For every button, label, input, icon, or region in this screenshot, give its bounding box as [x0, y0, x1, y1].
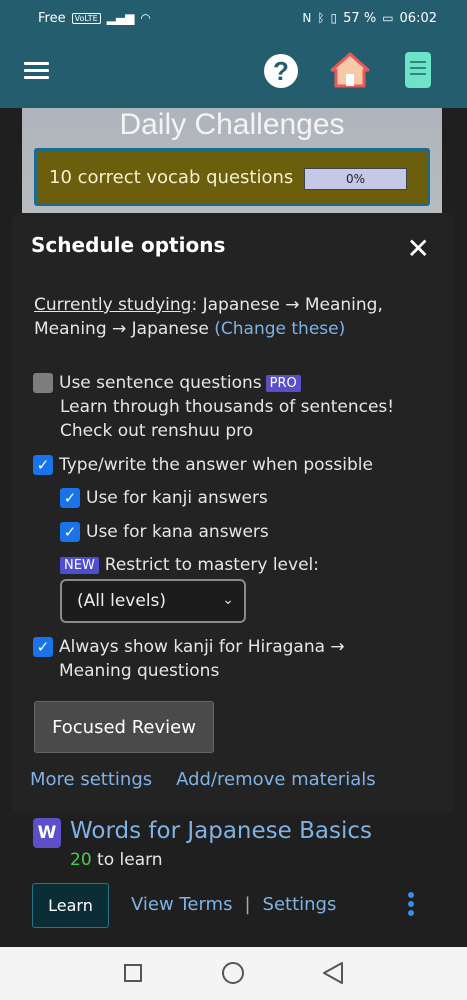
vibrate-icon: ▯ — [330, 11, 338, 25]
kana-answers-checkbox[interactable]: ✓ — [60, 522, 80, 542]
pro-badge: PRO — [265, 374, 301, 392]
status-right: N ᛒ ▯ 57 % ▭ 06:02 — [302, 11, 437, 26]
daily-challenges-card: Daily Challenges 10 correct vocab questi… — [22, 108, 442, 218]
kana-answers-option[interactable]: ✓ Use for kana answers — [60, 522, 269, 542]
sentence-description: Learn through thousands of sentences! — [60, 397, 395, 417]
type-answer-label: Type/write the answer when possible — [59, 455, 373, 475]
kanji-answers-checkbox[interactable]: ✓ — [60, 488, 80, 508]
help-icon[interactable]: ? — [264, 54, 298, 88]
course-count: 20 to learn — [70, 850, 163, 870]
clock: 06:02 — [399, 10, 437, 26]
nfc-icon: N — [302, 11, 312, 25]
home-icon[interactable] — [330, 52, 370, 88]
book-icon[interactable] — [405, 52, 431, 88]
mastery-level-select[interactable]: (All levels) ⌄ — [60, 579, 246, 623]
course-links: View Terms | Settings — [131, 894, 336, 915]
kanji-answers-label: Use for kanji answers — [86, 488, 268, 508]
signal-icon: ▂▄▆ — [106, 11, 135, 25]
modal-title: Schedule options — [31, 233, 226, 257]
back-icon[interactable] — [322, 961, 344, 985]
show-kanji-checkbox[interactable]: ✓ — [33, 637, 53, 657]
view-terms-link[interactable]: View Terms — [131, 894, 232, 915]
kanji-answers-option[interactable]: ✓ Use for kanji answers — [60, 488, 268, 508]
currently-studying-label: Currently studying — [34, 295, 192, 315]
mastery-level-value: (All levels) — [77, 591, 167, 611]
status-left: Free VoLTE ▂▄▆ ◠ — [38, 11, 151, 26]
currently-studying: Currently studying: Japanese → Meaning, … — [34, 293, 434, 341]
course-count-suffix: to learn — [91, 850, 163, 870]
system-nav-bar — [0, 947, 467, 1000]
challenge-row[interactable]: 10 correct vocab questions 0% — [34, 148, 430, 206]
status-bar: Free VoLTE ▂▄▆ ◠ N ᛒ ▯ 57 % ▭ 06:02 — [0, 0, 467, 36]
show-kanji-option[interactable]: ✓ Always show kanji for Hiragana → Meani… — [33, 635, 413, 683]
menu-icon[interactable] — [24, 62, 49, 80]
carrier-label: Free — [38, 10, 66, 26]
add-remove-materials-link[interactable]: Add/remove materials — [176, 769, 376, 790]
home-nav-icon[interactable] — [222, 962, 244, 984]
modal-links: More settings Add/remove materials — [30, 769, 376, 790]
change-these-link[interactable]: (Change these) — [214, 319, 345, 339]
volte-badge: VoLTE — [71, 12, 101, 24]
progress-text: 0% — [345, 172, 366, 186]
learn-button[interactable]: Learn — [32, 883, 109, 928]
app-header: ? — [0, 36, 467, 108]
course-count-number: 20 — [70, 850, 92, 870]
kana-answers-label: Use for kana answers — [86, 522, 269, 542]
sentence-questions-label: Use sentence questions — [59, 373, 262, 393]
more-options-icon[interactable] — [408, 892, 414, 919]
renshuu-pro-link[interactable]: Check out renshuu pro — [60, 421, 253, 441]
recents-icon[interactable] — [124, 964, 142, 982]
restrict-mastery-row: NEW Restrict to mastery level: — [60, 555, 319, 575]
sentence-questions-checkbox[interactable] — [33, 373, 53, 393]
type-answer-checkbox[interactable]: ✓ — [33, 455, 53, 475]
restrict-mastery-label: Restrict to mastery level: — [104, 555, 319, 575]
show-kanji-label: Always show kanji for Hiragana → Meaning… — [59, 637, 345, 681]
focused-review-button[interactable]: Focused Review — [34, 701, 214, 753]
close-icon[interactable]: ✕ — [407, 235, 430, 263]
course-title[interactable]: Words for Japanese Basics — [70, 818, 372, 844]
challenge-label: 10 correct vocab questions — [49, 166, 294, 188]
challenge-progress: 0% — [304, 168, 407, 190]
more-settings-link[interactable]: More settings — [30, 769, 152, 790]
settings-link[interactable]: Settings — [263, 894, 337, 915]
course-icon: W — [33, 818, 61, 848]
daily-challenges-title: Daily Challenges — [119, 108, 345, 141]
link-separator: | — [244, 894, 251, 915]
sentence-questions-option[interactable]: Use sentence questions PRO — [33, 373, 301, 393]
new-badge: NEW — [60, 556, 99, 574]
battery-icon: ▭ — [382, 11, 394, 25]
chevron-down-icon: ⌄ — [222, 592, 234, 608]
bluetooth-icon: ᛒ — [317, 11, 325, 25]
battery-percent: 57 % — [343, 10, 377, 26]
wifi-icon: ◠ — [140, 11, 151, 25]
schedule-options-modal: Schedule options ✕ Currently studying: J… — [12, 213, 454, 813]
type-answer-option[interactable]: ✓ Type/write the answer when possible — [33, 455, 373, 475]
